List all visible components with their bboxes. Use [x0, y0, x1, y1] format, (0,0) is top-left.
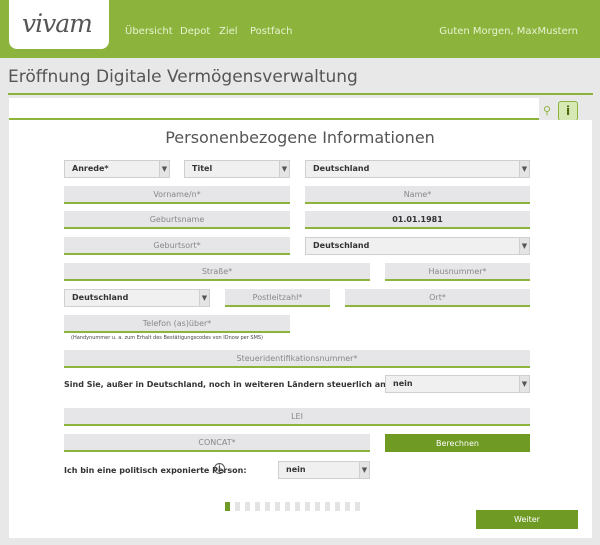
chevron-down-icon: ▼	[519, 376, 529, 392]
title-select[interactable]: Titel ▼	[184, 160, 290, 178]
country-value: Deutschland	[313, 164, 370, 173]
lei-input[interactable]: LEI	[64, 408, 530, 426]
top-nav-bar: vivam Übersicht Depot Ziel Postfach Gute…	[0, 0, 600, 58]
birthplace-input[interactable]: Geburtsort*	[64, 237, 290, 255]
first-name-input[interactable]: Vorname/n*	[64, 186, 290, 204]
last-name-input[interactable]: Name*	[305, 186, 530, 204]
logo-container[interactable]: vivam	[9, 0, 109, 49]
title-value: Titel	[192, 164, 213, 173]
address-country-select[interactable]: Deutschland ▼	[64, 289, 210, 307]
user-greeting[interactable]: Guten Morgen, MaxMustern	[439, 26, 578, 37]
birth-country-select[interactable]: Deutschland ▼	[305, 237, 530, 255]
progress-step	[305, 502, 310, 511]
nav-item-mailbox[interactable]: Postfach	[250, 26, 292, 37]
chevron-down-icon: ▼	[359, 462, 369, 478]
lightbulb-icon[interactable]: ⚲	[541, 104, 553, 118]
info-icon[interactable]: i	[558, 101, 578, 121]
birth-date-input[interactable]: 01.01.1981	[305, 211, 530, 229]
title-divider	[8, 93, 593, 95]
birth-name-input[interactable]: Geburtsname	[64, 211, 290, 229]
salutation-value: Anrede*	[72, 164, 109, 173]
progress-step	[265, 502, 270, 511]
logo: vivam	[22, 9, 93, 38]
city-input[interactable]: Ort*	[345, 289, 530, 307]
address-country-value: Deutschland	[72, 293, 129, 302]
progress-step	[235, 502, 240, 511]
nav-item-overview[interactable]: Übersicht	[125, 26, 173, 37]
progress-step	[285, 502, 290, 511]
progress-step	[315, 502, 320, 511]
chevron-down-icon: ▼	[159, 161, 169, 177]
tax-residency-value: nein	[393, 379, 413, 388]
progress-step	[355, 502, 360, 511]
chevron-down-icon: ▼	[519, 161, 529, 177]
birth-country-value: Deutschland	[313, 241, 370, 250]
progress-step	[275, 502, 280, 511]
pep-value: nein	[286, 465, 306, 474]
progress-step	[335, 502, 340, 511]
nav-item-depot[interactable]: Depot	[180, 26, 210, 37]
tax-residency-question: Sind Sie, außer in Deutschland, noch in …	[64, 380, 419, 389]
phone-hint: (Handynummer u. a. zum Erhalt des Bestät…	[71, 335, 264, 341]
content-header-strip	[9, 98, 539, 120]
phone-input[interactable]: Telefon (as)über*	[64, 315, 290, 333]
progress-step	[325, 502, 330, 511]
nav-item-goal[interactable]: Ziel	[219, 26, 238, 37]
concat-input[interactable]: CONCAT*	[64, 434, 370, 452]
tax-id-input[interactable]: Steueridentifikationsnummer*	[64, 350, 530, 368]
chevron-down-icon: ▼	[199, 290, 209, 306]
progress-step	[345, 502, 350, 511]
info-icon[interactable]: i	[214, 463, 225, 474]
country-select[interactable]: Deutschland ▼	[305, 160, 530, 178]
pep-select[interactable]: nein ▼	[278, 461, 370, 479]
calculate-button[interactable]: Berechnen	[385, 434, 530, 452]
salutation-select[interactable]: Anrede* ▼	[64, 160, 170, 178]
chevron-down-icon: ▼	[519, 238, 529, 254]
house-number-input[interactable]: Hausnummer*	[385, 263, 530, 281]
chevron-down-icon: ▼	[279, 161, 289, 177]
progress-step	[295, 502, 300, 511]
tax-residency-select[interactable]: nein ▼	[385, 375, 530, 393]
postcode-input[interactable]: Postleitzahl*	[225, 289, 330, 307]
progress-step	[255, 502, 260, 511]
progress-step	[225, 502, 230, 511]
progress-step	[245, 502, 250, 511]
section-title: Personenbezogene Informationen	[165, 128, 435, 147]
next-button[interactable]: Weiter	[476, 510, 578, 529]
page-title: Eröffnung Digitale Vermögensverwaltung	[8, 67, 358, 87]
street-input[interactable]: Straße*	[64, 263, 370, 281]
